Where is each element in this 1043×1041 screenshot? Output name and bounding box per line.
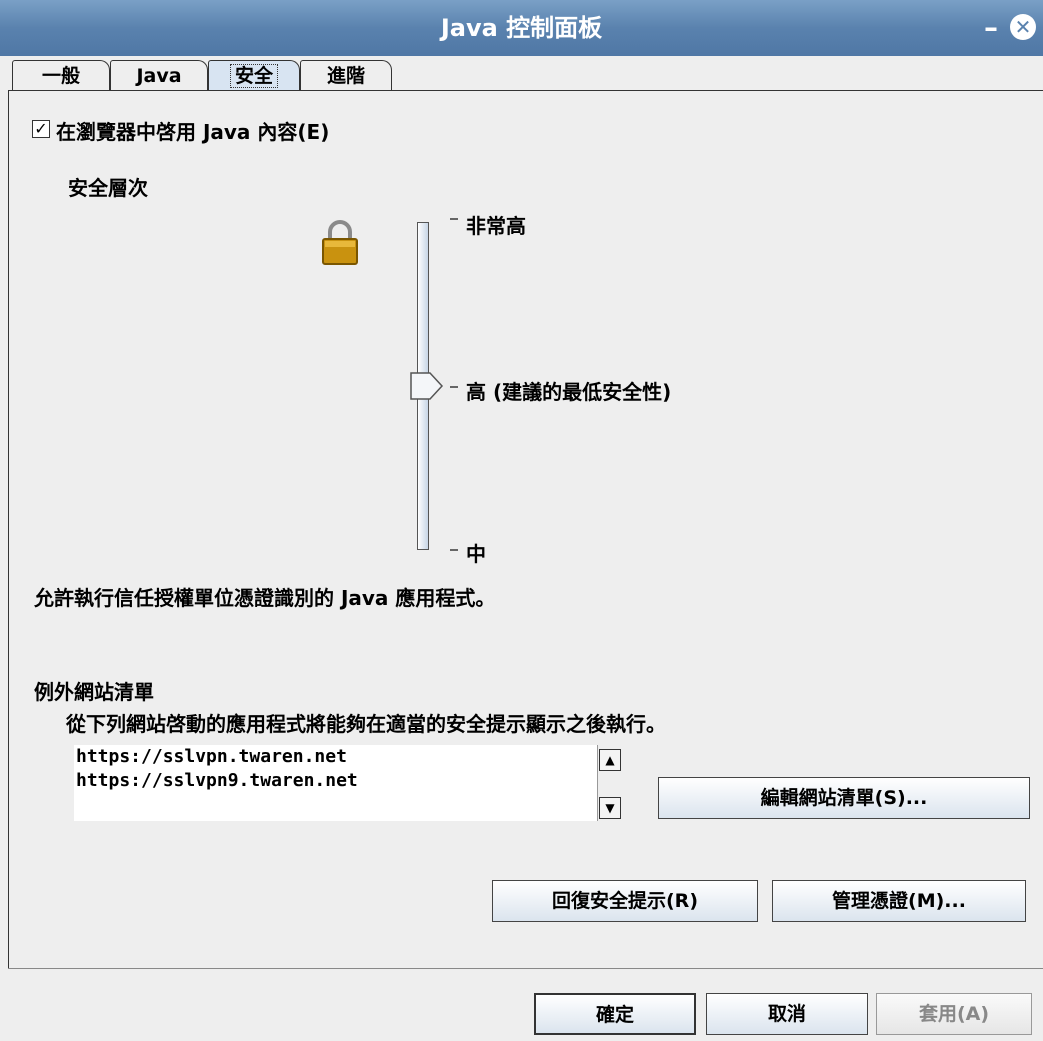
- level-high-label: 高 (建議的最低安全性): [466, 380, 672, 404]
- level-very-high-label: 非常高: [466, 214, 526, 238]
- apply-button[interactable]: 套用(A): [876, 993, 1032, 1035]
- close-button[interactable]: ✕: [1010, 14, 1036, 40]
- list-item[interactable]: https://sslvpn9.twaren.net: [76, 770, 358, 791]
- tab-advanced[interactable]: 進階: [300, 60, 392, 90]
- tick-mark: [450, 218, 458, 220]
- enable-java-label[interactable]: 在瀏覽器中啓用 Java 內容(E): [56, 116, 329, 145]
- level-medium-label: 中: [466, 542, 486, 566]
- tab-label: Java: [136, 65, 182, 87]
- minimize-button[interactable]: –: [976, 10, 1006, 46]
- tick-mark: [450, 386, 458, 388]
- tab-divider: [8, 90, 1043, 91]
- cancel-button[interactable]: 取消: [706, 993, 868, 1035]
- edit-site-list-button[interactable]: 編輯網站清單(S)...: [658, 777, 1030, 819]
- restore-security-prompts-button[interactable]: 回復安全提示(R): [492, 880, 758, 922]
- ok-button[interactable]: 確定: [534, 993, 696, 1035]
- level-description: 允許執行信任授權單位憑證識別的 Java 應用程式。: [34, 586, 496, 610]
- exception-list-heading: 例外網站清單: [34, 680, 154, 704]
- enable-java-checkbox[interactable]: ✓: [32, 120, 50, 138]
- arrow-down-icon[interactable]: ▼: [599, 797, 621, 819]
- window-title: Java 控制面板: [440, 14, 603, 42]
- manage-certificates-button[interactable]: 管理憑證(M)...: [772, 880, 1026, 922]
- tab-label: 安全: [229, 64, 278, 88]
- dialog-divider: [8, 968, 1043, 969]
- arrow-up-icon[interactable]: ▲: [599, 749, 621, 771]
- tab-label: 進階: [326, 65, 365, 87]
- list-item[interactable]: https://sslvpn.twaren.net: [76, 746, 347, 767]
- tab-label: 一般: [41, 65, 80, 87]
- exception-list-subtitle: 從下列網站啓動的應用程式將能夠在適當的安全提示顯示之後執行。: [66, 712, 666, 736]
- lock-icon: [322, 220, 358, 265]
- tick-mark: [450, 549, 458, 551]
- tab-java[interactable]: Java: [110, 60, 208, 90]
- tab-security[interactable]: 安全: [208, 60, 300, 90]
- security-level-slider-thumb[interactable]: [410, 372, 444, 400]
- security-level-heading: 安全層次: [68, 176, 148, 200]
- panel-border: [8, 90, 9, 968]
- tab-general[interactable]: 一般: [12, 60, 110, 90]
